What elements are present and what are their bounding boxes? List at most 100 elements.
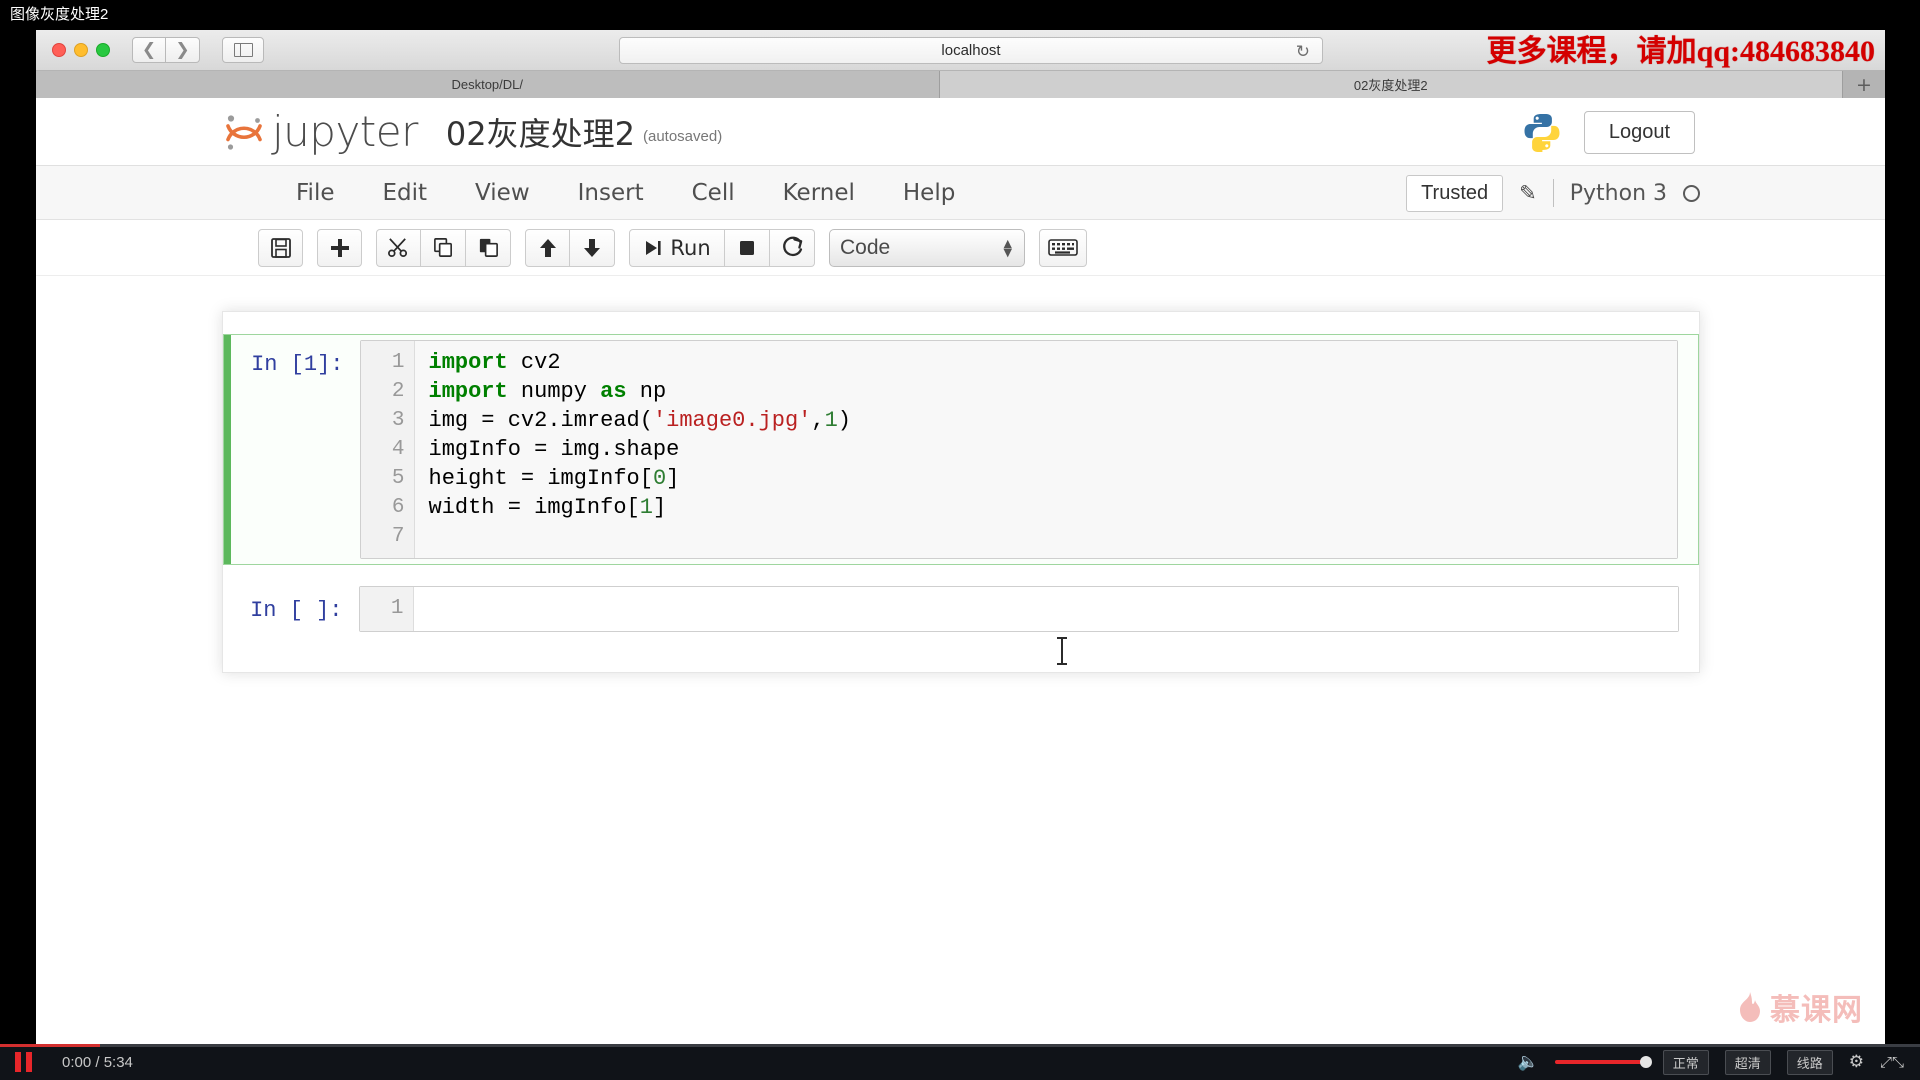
menu-help[interactable]: Help <box>879 174 979 212</box>
volume-icon[interactable]: 🔈 <box>1518 1052 1539 1072</box>
command-palette-button[interactable] <box>1039 228 1087 267</box>
interrupt-kernel-button[interactable] <box>725 228 770 267</box>
save-icon <box>270 237 291 258</box>
volume-slider-knob[interactable] <box>1639 1056 1652 1068</box>
playback-speed-button[interactable]: 正常 <box>1662 1049 1709 1075</box>
imooc-watermark-text: 慕课网 <box>1770 994 1863 1027</box>
video-player-bar: 0:00 / 5:34 🔈 正常 超清 线路 ⚙ ⤢⤡ <box>0 1044 1920 1080</box>
run-label: Run <box>670 235 711 260</box>
menu-view[interactable]: View <box>451 174 554 212</box>
cell-type-select[interactable]: Code ▲ ▼ <box>829 228 1025 267</box>
stop-square-icon <box>740 240 754 255</box>
cell-prompt: In [ ]: <box>250 598 343 623</box>
video-page: 图像灰度处理2 ❮ ❯ localhost ↻ 更多课程，请加qq:484683… <box>0 0 1920 1080</box>
pencil-icon[interactable]: ✎ <box>1519 181 1537 206</box>
progress-bar-track[interactable] <box>0 1044 1920 1047</box>
cell-prompt: In [1]: <box>251 352 344 377</box>
cut-button[interactable] <box>376 228 421 267</box>
copy-button[interactable] <box>421 228 466 267</box>
new-tab-button[interactable]: + <box>1843 71 1885 98</box>
player-right-controls: 🔈 正常 超清 线路 ⚙ ⤢⤡ <box>1518 1049 1904 1075</box>
logout-button[interactable]: Logout <box>1583 110 1695 154</box>
cell-input-area[interactable]: 1 <box>358 586 1679 632</box>
divider <box>1552 179 1554 207</box>
line-number-gutter: 1 <box>359 587 414 631</box>
code-cell-2[interactable]: In [ ]: 1 <box>223 581 1699 637</box>
paste-button[interactable] <box>466 228 511 267</box>
kernel-idle-circle-icon <box>1683 184 1700 202</box>
run-button[interactable]: Run <box>629 228 725 267</box>
pause-icon <box>25 1052 32 1072</box>
menu-kernel[interactable]: Kernel <box>759 174 879 212</box>
chevron-updown-icon: ▲ ▼ <box>1003 236 1012 259</box>
minimize-window-button[interactable] <box>74 43 88 57</box>
move-cell-up-button[interactable] <box>525 228 570 267</box>
jupyter-notebook-page: jupyter 02灰度处理2 (autosaved) Logout File … <box>36 98 1885 1043</box>
navigation-buttons: ❮ ❯ <box>132 37 200 63</box>
notebook-title[interactable]: 02灰度处理2 <box>446 109 635 155</box>
menubar-right-controls: Trusted ✎ Python 3 <box>1406 166 1700 220</box>
flame-icon <box>1740 992 1760 1022</box>
gear-icon[interactable]: ⚙ <box>1849 1052 1864 1072</box>
cell-code-editor[interactable] <box>413 587 1678 631</box>
menu-cell[interactable]: Cell <box>668 174 759 212</box>
course-title: 图像灰度处理2 <box>10 6 109 23</box>
jupyter-toolbar: Run Code ▲ ▼ <box>36 220 1885 276</box>
browser-toolbar: ❮ ❯ localhost ↻ 更多课程，请加qq:484683840 <box>36 30 1885 71</box>
jupyter-logo-icon <box>226 114 262 150</box>
qq-watermark: 更多课程，请加qq:484683840 <box>1486 35 1875 68</box>
cell-type-value: Code <box>840 235 891 259</box>
tab-bar: Desktop/DL/ 02灰度处理2 + <box>36 71 1885 98</box>
video-quality-button[interactable]: 超清 <box>1724 1049 1771 1075</box>
save-button[interactable] <box>258 228 303 267</box>
arrow-down-icon <box>584 238 600 257</box>
run-group: Run <box>629 228 815 267</box>
insert-group <box>317 228 362 267</box>
forward-button[interactable]: ❯ <box>166 37 200 63</box>
restart-icon <box>782 236 802 257</box>
move-group <box>525 228 615 267</box>
cell-code-editor[interactable]: import cv2 import numpy as np img = cv2.… <box>414 341 1677 558</box>
run-icon <box>646 240 661 255</box>
zoom-window-button[interactable] <box>96 43 110 57</box>
back-button[interactable]: ❮ <box>132 37 166 63</box>
pause-icon <box>14 1052 21 1072</box>
browser-tab-notebook[interactable]: 02灰度处理2 <box>939 71 1843 98</box>
sidebar-toggle-icon <box>233 43 253 57</box>
arrow-up-icon <box>539 238 556 257</box>
jupyter-logo[interactable]: jupyter <box>222 107 418 156</box>
sidebar-toggle-button[interactable] <box>222 37 264 63</box>
video-route-button[interactable]: 线路 <box>1786 1049 1833 1075</box>
progress-bar-fill <box>0 1044 100 1047</box>
address-input[interactable]: localhost <box>941 42 1000 59</box>
volume-slider[interactable] <box>1554 1056 1652 1068</box>
header-right-controls: Logout <box>1522 98 1695 166</box>
menu-list: File Edit View Insert Cell Kernel Help <box>272 174 979 212</box>
menu-file[interactable]: File <box>272 174 359 212</box>
jupyter-header: jupyter 02灰度处理2 (autosaved) Logout <box>36 98 1885 166</box>
fullscreen-icon[interactable]: ⤢⤡ <box>1880 1053 1904 1071</box>
browser-tab-desktop-dl[interactable]: Desktop/DL/ <box>36 71 940 98</box>
tab-label: 02灰度处理2 <box>1353 78 1428 93</box>
restart-kernel-button[interactable] <box>770 228 815 267</box>
kernel-name-label: Python 3 <box>1569 180 1667 206</box>
move-cell-down-button[interactable] <box>570 228 615 267</box>
menu-insert[interactable]: Insert <box>554 174 668 212</box>
time-display: 0:00 / 5:34 <box>62 1053 133 1071</box>
reload-icon[interactable]: ↻ <box>1296 42 1310 62</box>
autosave-status: (autosaved) <box>642 128 723 145</box>
code-cell-1[interactable]: In [1]: 1234567 import cv2 import numpy … <box>222 334 1699 565</box>
cell-input-area[interactable]: 1234567 import cv2 import numpy as np im… <box>359 340 1678 559</box>
clipboard-group <box>376 228 511 267</box>
tab-label: Desktop/DL/ <box>451 77 524 92</box>
close-window-button[interactable] <box>52 43 66 57</box>
keyboard-icon <box>1048 239 1078 256</box>
toolbar-buttons: Run Code ▲ ▼ <box>258 228 1101 267</box>
pause-button[interactable] <box>10 1051 36 1073</box>
browser-window: ❮ ❯ localhost ↻ 更多课程，请加qq:484683840 Desk… <box>36 30 1885 1044</box>
insert-cell-below-button[interactable] <box>317 228 362 267</box>
address-bar[interactable]: localhost ↻ <box>619 37 1323 64</box>
paste-icon <box>479 238 498 257</box>
trusted-badge[interactable]: Trusted <box>1406 174 1504 212</box>
menu-edit[interactable]: Edit <box>359 174 452 212</box>
